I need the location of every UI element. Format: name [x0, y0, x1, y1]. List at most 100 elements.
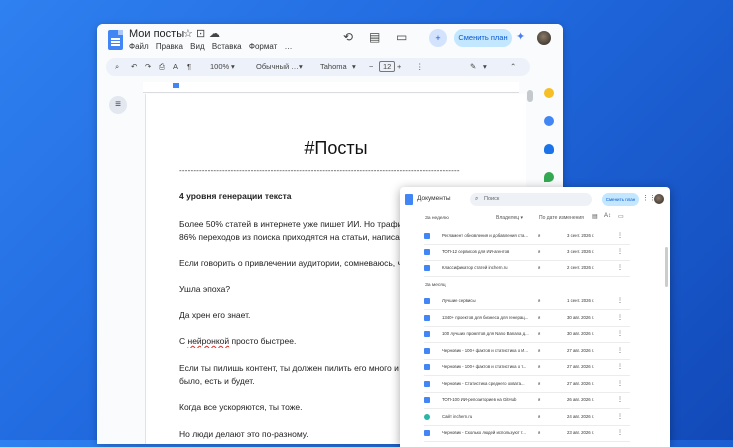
- gemini-icon[interactable]: ✦: [516, 30, 525, 43]
- search-menus-icon[interactable]: ⌕: [115, 62, 119, 72]
- more-options-icon[interactable]: ⋮: [617, 429, 623, 436]
- menu-item-view[interactable]: Вид: [190, 42, 204, 51]
- more-options-icon[interactable]: ⋮: [617, 413, 623, 420]
- file-name: 1340+ проектов для бизнеса для генерац..…: [442, 314, 529, 320]
- file-row[interactable]: Черновик - Статистика среднего охвата...…: [424, 377, 630, 393]
- file-row[interactable]: Сайт inchern.ru я 24 авг. 2026 г. ⋮: [424, 410, 630, 426]
- menu-item-format[interactable]: Формат: [249, 42, 277, 51]
- search-placeholder: Поиск: [484, 196, 500, 202]
- print-icon[interactable]: ⎙: [159, 62, 165, 72]
- file-name: Классификатор статей inchern.ru: [442, 265, 508, 270]
- chevron-down-icon: ▾: [352, 62, 356, 71]
- change-plan-button[interactable]: Сменить план: [454, 29, 512, 47]
- file-date: 3 сент. 2026 г.: [567, 249, 595, 254]
- misspelled-word[interactable]: нейронкой: [188, 336, 230, 346]
- docs-logo-icon[interactable]: [405, 194, 413, 205]
- list-view-icon[interactable]: ▤: [592, 213, 598, 220]
- spellcheck-icon[interactable]: A: [173, 62, 178, 71]
- file-row[interactable]: Лучшие сервисы я 1 сент. 2026 г. ⋮: [424, 294, 630, 310]
- file-name: Черновик - Статистика среднего охвата...: [442, 380, 525, 386]
- section-label: За неделю: [425, 216, 449, 221]
- meet-icon[interactable]: ▭: [396, 30, 407, 44]
- chevron-down-icon: ▾: [483, 62, 487, 71]
- more-options-icon[interactable]: ⋮: [617, 380, 623, 387]
- more-options-icon[interactable]: ⋮: [617, 297, 623, 304]
- paint-format-icon[interactable]: ¶: [187, 62, 191, 71]
- document-icon: [424, 364, 430, 370]
- font-size-input[interactable]: 12: [379, 61, 396, 72]
- tasks-icon[interactable]: [544, 116, 554, 126]
- menu-item-file[interactable]: Файл: [129, 42, 149, 51]
- outline-button[interactable]: ≡: [109, 96, 127, 114]
- style-select[interactable]: Обычный …: [256, 62, 299, 71]
- folder-icon[interactable]: ▭: [618, 213, 624, 220]
- owner-filter[interactable]: Владелец ▾: [496, 215, 523, 221]
- menu-item-edit[interactable]: Правка: [156, 42, 183, 51]
- collapse-toolbar-icon[interactable]: ⌃: [510, 62, 516, 71]
- document-icon: [424, 314, 430, 321]
- undo-icon[interactable]: ↶: [131, 62, 137, 71]
- file-name: Черновик - Сколько людей используют т...: [442, 430, 526, 435]
- change-plan-button[interactable]: Сменить план: [602, 193, 639, 206]
- file-owner: я: [538, 347, 541, 353]
- more-options-icon[interactable]: ⋮: [617, 347, 623, 354]
- menu-item-insert[interactable]: Вставка: [212, 42, 242, 51]
- chevron-down-icon: ▾: [299, 62, 303, 71]
- add-people-icon[interactable]: +: [429, 29, 447, 47]
- avatar[interactable]: [537, 31, 551, 45]
- indent-marker[interactable]: [173, 83, 179, 88]
- more-options-icon[interactable]: ⋮: [617, 232, 623, 239]
- ruler[interactable]: [143, 82, 519, 93]
- file-row[interactable]: Черновик - 100+ фактов и статистика о т.…: [424, 360, 630, 376]
- paragraph-text: С: [179, 336, 188, 346]
- more-options-icon[interactable]: ⋮: [617, 396, 623, 403]
- file-row[interactable]: ТОП-100 ИИ-репозиториев на GitHub я 26 авг…: [424, 393, 630, 409]
- menu-item-more[interactable]: …: [285, 42, 293, 51]
- avatar[interactable]: [654, 194, 664, 204]
- comments-icon[interactable]: ▤: [369, 30, 380, 44]
- editing-mode-icon[interactable]: ✎: [470, 62, 476, 71]
- file-date: 27 авг. 2026 г.: [567, 380, 595, 386]
- keep-icon[interactable]: [544, 88, 554, 98]
- document-icon: [424, 265, 430, 271]
- more-options-icon[interactable]: ⋮: [617, 363, 623, 370]
- file-owner: я: [538, 331, 541, 336]
- docs-logo-icon[interactable]: [108, 30, 123, 50]
- redo-icon[interactable]: ↷: [145, 62, 151, 71]
- file-row[interactable]: Черновик - 100+ фактов и статистика о И.…: [424, 344, 630, 360]
- scrollbar[interactable]: [665, 247, 668, 287]
- more-options-icon[interactable]: ⋮: [617, 248, 623, 255]
- cloud-status-icon[interactable]: ☁: [209, 27, 220, 40]
- more-options-icon[interactable]: ⋮: [617, 264, 623, 271]
- divider-line: ----------------------------------------…: [179, 166, 460, 175]
- more-tools-icon[interactable]: ⋮: [416, 62, 424, 71]
- font-select[interactable]: Tahoma: [320, 62, 347, 71]
- font-size-increase-button[interactable]: +: [397, 62, 401, 71]
- star-icon[interactable]: ☆: [183, 27, 193, 40]
- search-input[interactable]: ⌕ Поиск: [470, 193, 592, 206]
- document-title[interactable]: Мои посты: [129, 28, 184, 40]
- file-date: 27 авг. 2026 г.: [567, 347, 595, 353]
- file-owner: я: [538, 265, 541, 270]
- sort-icon[interactable]: A↕: [604, 213, 611, 219]
- scrollbar[interactable]: [527, 90, 533, 102]
- more-options-icon[interactable]: ⋮: [617, 314, 623, 321]
- file-row[interactable]: Классификатор статей inchern.ru я 2 сент. …: [424, 261, 630, 277]
- file-name: Сайт inchern.ru: [442, 413, 473, 419]
- file-row[interactable]: ТОП-12 сервисов для ИИ-агентов я 3 сент. 2…: [424, 245, 630, 261]
- maps-icon[interactable]: [544, 172, 554, 182]
- file-name: Черновик - 100+ фактов и статистика о И.…: [442, 347, 528, 353]
- file-owner: я: [538, 413, 541, 419]
- file-row[interactable]: 1340+ проектов для бизнеса для генерац..…: [424, 311, 630, 327]
- document-icon: [424, 347, 430, 354]
- more-options-icon[interactable]: ⋮: [617, 330, 623, 337]
- file-row[interactable]: Регламент обновления и добавления ста...…: [424, 229, 630, 245]
- sort-filter[interactable]: По дате изменения: [539, 215, 584, 221]
- paragraph-text: Более 50% статей в интернете уже пишет И…: [179, 219, 409, 229]
- zoom-select[interactable]: 100%: [210, 62, 229, 71]
- history-icon[interactable]: ⟲: [343, 30, 353, 44]
- file-row[interactable]: 100 лучших промптов для Nano Banana д...…: [424, 327, 630, 343]
- contacts-icon[interactable]: [544, 144, 554, 154]
- font-size-decrease-button[interactable]: −: [369, 62, 373, 71]
- move-to-folder-icon[interactable]: ⊡: [196, 27, 205, 40]
